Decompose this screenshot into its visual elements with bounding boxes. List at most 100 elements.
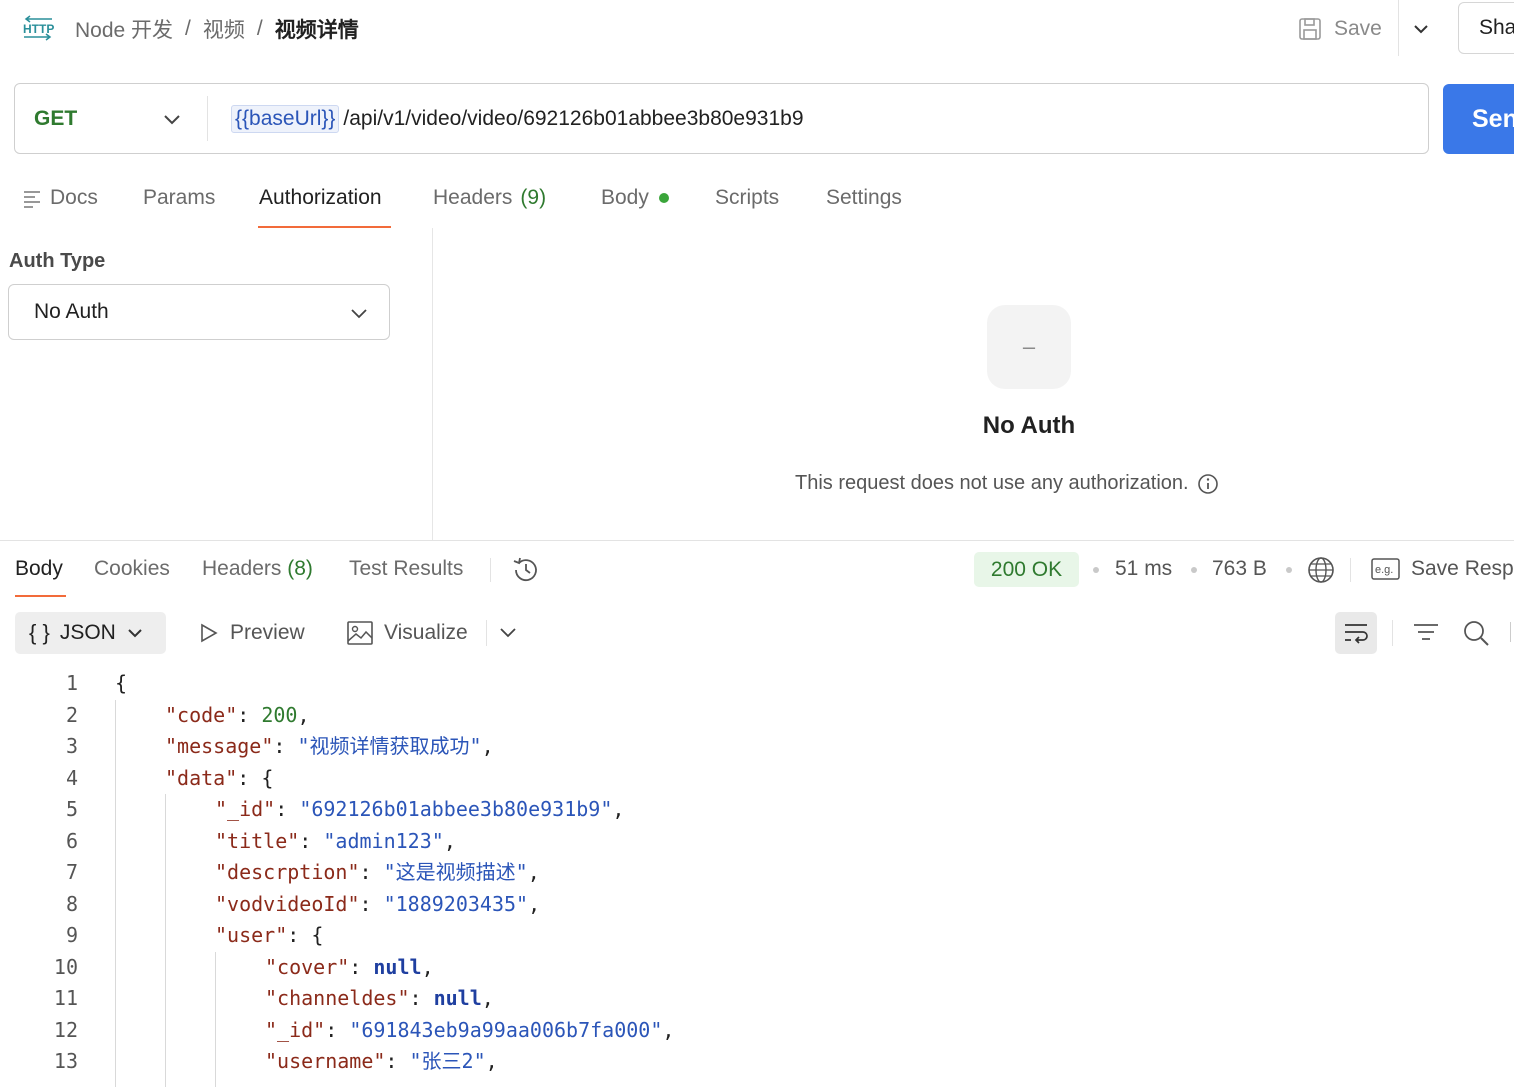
preview-button[interactable]: Preview	[198, 612, 305, 654]
response-time[interactable]: 51 ms	[1115, 557, 1172, 581]
status-badge[interactable]: 200 OK	[974, 552, 1079, 587]
tab-docs[interactable]: Docs	[22, 186, 98, 210]
url-path: /api/v1/video/video/692126b01abbee3b80e9…	[343, 106, 804, 130]
response-size[interactable]: 763 B	[1212, 557, 1267, 581]
line-number: 10	[53, 954, 78, 979]
auth-type-value: No Auth	[34, 300, 109, 323]
tab-scripts[interactable]: Scripts	[715, 186, 779, 210]
breadcrumb-separator: /	[185, 17, 191, 40]
response-tab-cookies[interactable]: Cookies	[94, 557, 170, 581]
chevron-down-icon[interactable]	[161, 108, 183, 130]
share-label: Sha	[1479, 16, 1514, 39]
json-value: null	[433, 986, 482, 1010]
tab-headers[interactable]: Headers (9)	[433, 186, 546, 210]
code-line: 6 "title": "admin123",	[0, 826, 1514, 858]
auth-type-label: Auth Type	[9, 250, 106, 272]
tab-label: Settings	[826, 186, 902, 209]
breadcrumb-item[interactable]: 视频	[203, 14, 245, 44]
line-number: 8	[65, 891, 78, 916]
description-text: This request does not use any authorizat…	[795, 472, 1189, 494]
breadcrumb: Node 开发 / 视频 / 视频详情	[75, 14, 359, 44]
json-key: "username"	[265, 1049, 386, 1073]
active-tab-indicator	[15, 595, 66, 597]
format-select[interactable]: { } JSON	[15, 612, 166, 654]
search-icon[interactable]	[1461, 618, 1491, 648]
tab-settings[interactable]: Settings	[826, 186, 902, 210]
json-key: "code"	[165, 702, 238, 727]
tab-label: Params	[143, 186, 216, 209]
auth-type-select[interactable]: No Auth	[8, 284, 390, 340]
indent-guide	[115, 699, 116, 1087]
globe-icon[interactable]	[1306, 555, 1336, 585]
save-options-button[interactable]	[1410, 18, 1432, 40]
tab-label: Test Results	[349, 557, 464, 580]
line-number: 5	[65, 797, 78, 821]
braces-icon: { }	[29, 620, 50, 645]
wrap-lines-icon[interactable]	[1335, 612, 1377, 654]
filter-icon[interactable]	[1411, 619, 1441, 647]
save-response-button[interactable]: e.g. Save Resp	[1371, 557, 1514, 581]
line-number: 1	[65, 671, 78, 695]
code-text: "_id": "692126b01abbee3b80e931b9",	[215, 797, 625, 821]
save-button[interactable]: Save	[1296, 12, 1382, 46]
code-line: 1{	[0, 668, 1514, 700]
format-label: JSON	[59, 621, 116, 644]
tab-body[interactable]: Body	[601, 186, 669, 210]
method-select[interactable]: GET	[34, 84, 77, 153]
panel-divider	[0, 540, 1514, 541]
share-button[interactable]: Sha	[1458, 2, 1514, 54]
visualize-button[interactable]: Visualize	[346, 612, 468, 654]
tab-authorization[interactable]: Authorization	[259, 186, 382, 210]
tab-label: Scripts	[715, 186, 780, 209]
tab-count: (9)	[520, 186, 547, 209]
response-body-code[interactable]: 1{2 "code": 200, 3 "message": "视频详情获取成功", 4 "…	[0, 668, 1514, 1087]
code-line: 11 "channeldes": null,	[0, 983, 1514, 1015]
code-line: 9 "user": {	[0, 920, 1514, 952]
divider	[1392, 620, 1393, 646]
line-number: 6	[65, 828, 78, 853]
active-tab-indicator	[258, 226, 391, 228]
json-value: "视频详情获取成功"	[297, 734, 482, 758]
code-line: 5 "_id": "692126b01abbee3b80e931b9",	[0, 794, 1514, 826]
line-number: 12	[53, 1017, 78, 1042]
play-icon	[198, 622, 220, 644]
breadcrumb-current[interactable]: 视频详情	[275, 14, 359, 44]
json-value: "这是视频描述"	[383, 860, 528, 884]
no-auth-description: This request does not use any authorizat…	[795, 472, 1219, 495]
breadcrumb-separator: /	[256, 17, 263, 40]
code-text: "descrption": "这是视频描述",	[215, 860, 540, 884]
json-value: {	[261, 765, 274, 790]
json-value: "张三2"	[409, 1049, 486, 1073]
json-value: "692126b01abbee3b80e931b9"	[299, 797, 613, 821]
json-key: "_id"	[215, 797, 276, 821]
indent-guide	[165, 794, 166, 1087]
indent-guide	[215, 951, 216, 1087]
code-text: "user": {	[215, 923, 324, 947]
info-icon[interactable]	[1197, 473, 1219, 495]
tab-label: Cookies	[94, 557, 170, 580]
svg-text:HTTP: HTTP	[23, 22, 54, 36]
eg-icon: e.g.	[1371, 557, 1401, 581]
send-button[interactable]: Sen	[1443, 84, 1514, 154]
divider	[1350, 558, 1351, 582]
code-line: 13 "username": "张三2",	[0, 1046, 1514, 1078]
breadcrumb-item[interactable]: Node 开发	[75, 14, 173, 44]
tab-params[interactable]: Params	[143, 186, 215, 210]
tab-label: Docs	[50, 186, 98, 209]
line-number: 13	[53, 1049, 78, 1073]
response-tab-body[interactable]: Body	[15, 557, 63, 581]
url-input[interactable]: {{baseUrl}} /api/v1/video/video/692126b0…	[231, 84, 804, 153]
image-icon	[346, 620, 374, 646]
line-number: 2	[65, 702, 78, 727]
response-tab-headers[interactable]: Headers (8)	[202, 557, 313, 581]
json-key: "vodvideoId"	[215, 891, 360, 916]
history-icon[interactable]	[511, 555, 541, 585]
svg-text:e.g.: e.g.	[1375, 564, 1393, 576]
chevron-down-icon[interactable]	[498, 622, 518, 642]
json-value: {	[311, 923, 324, 947]
code-text: "_id": "691843eb9a99aa006b7fa000",	[265, 1017, 675, 1042]
divider	[1510, 622, 1511, 642]
response-tab-test-results[interactable]: Test Results	[349, 557, 463, 581]
url-variable[interactable]: {{baseUrl}}	[231, 104, 340, 133]
code-line: 8 "vodvideoId": "1889203435",	[0, 889, 1514, 921]
